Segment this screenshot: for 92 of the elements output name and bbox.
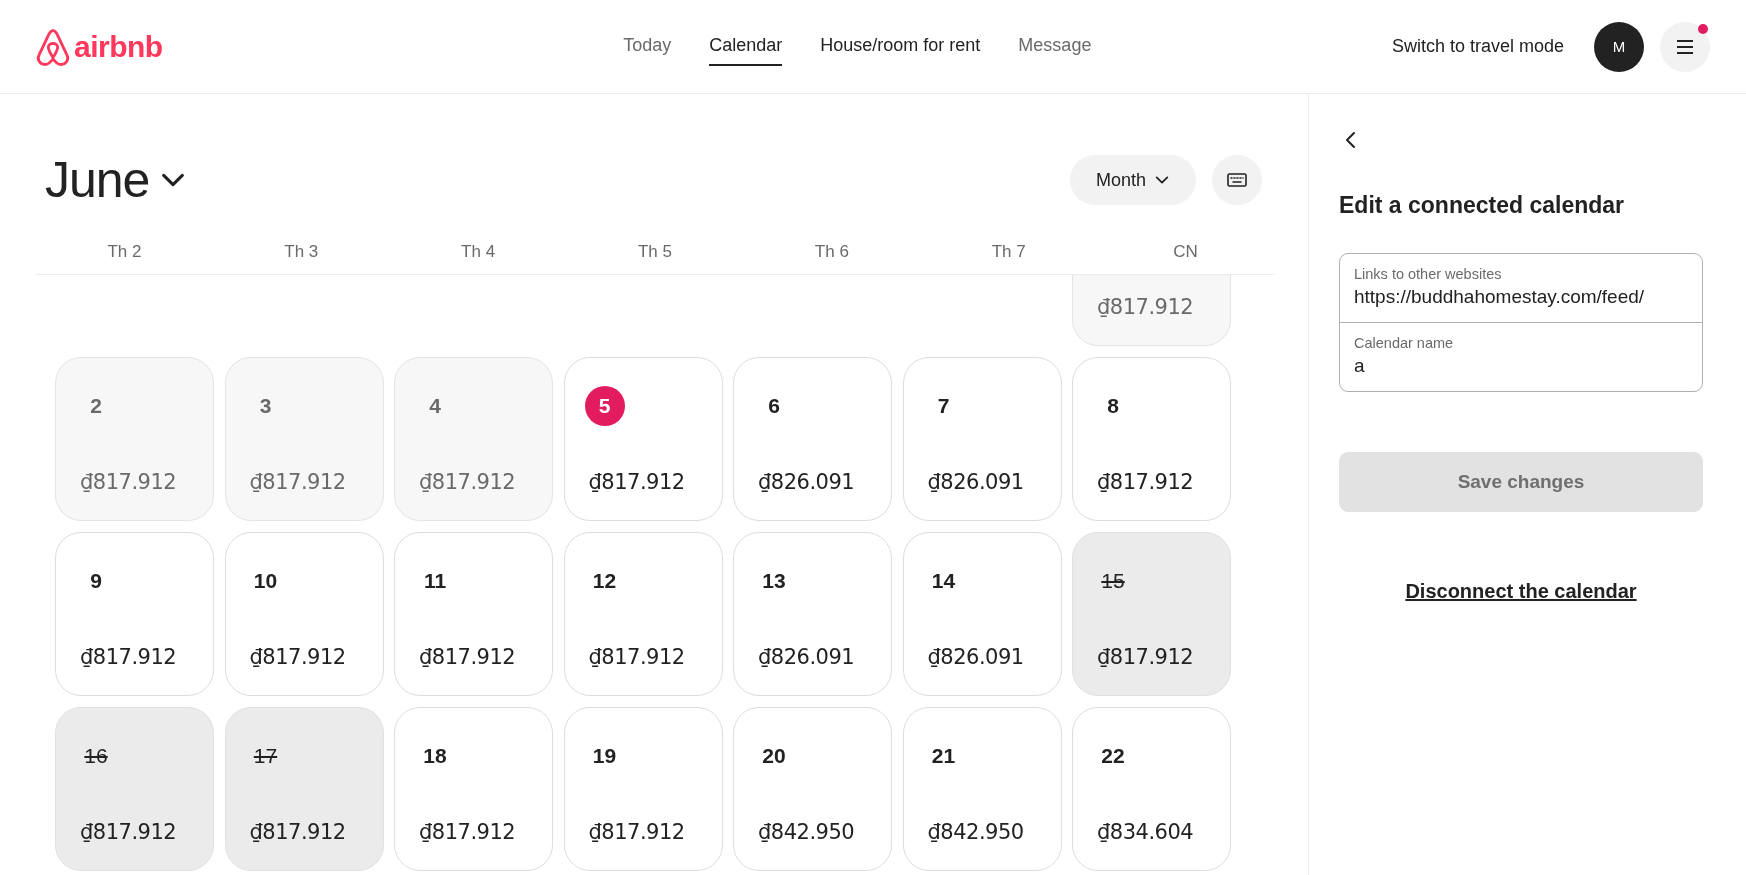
day-cell[interactable]: 3 ₫817.912 xyxy=(224,357,384,521)
day-number: 8 xyxy=(1106,393,1120,419)
price-text: ₫842.950 xyxy=(927,820,1025,844)
price-text: ₫834.604 xyxy=(1097,820,1195,844)
airbnb-logo[interactable]: airbnb xyxy=(34,25,163,68)
price-text: ₫817.912 xyxy=(249,470,347,494)
day-number: 15 xyxy=(1100,568,1126,594)
day-number: 12 xyxy=(591,568,618,594)
day-number: 18 xyxy=(422,743,448,769)
day-cell[interactable]: 19 ₫817.912 xyxy=(563,707,723,871)
day-cell[interactable]: 9 ₫817.912 xyxy=(55,532,214,696)
price-text: ₫826.091 xyxy=(927,470,1025,494)
day-number: 5 xyxy=(584,386,625,426)
day-number: 19 xyxy=(591,743,618,769)
day-cell[interactable]: 8 ₫817.912 xyxy=(1072,357,1231,521)
day-cell[interactable]: 21 ₫842.950 xyxy=(902,707,1062,871)
nav-tab[interactable]: Calendar xyxy=(709,27,783,66)
menu-button[interactable] xyxy=(1660,21,1710,72)
day-cell[interactable]: ₫817.912 xyxy=(1072,275,1231,346)
disconnect-link[interactable]: Disconnect the calendar xyxy=(1405,580,1637,603)
day-cell[interactable]: 22 ₫834.604 xyxy=(1072,707,1231,871)
price-text: ₫817.912 xyxy=(588,645,686,669)
day-number: 14 xyxy=(930,568,957,594)
weekday-label: Th 3 xyxy=(283,242,320,262)
input-field[interactable]: a xyxy=(1354,351,1688,377)
day-number: 10 xyxy=(252,568,279,594)
day-number: 16 xyxy=(83,743,109,769)
price-text: ₫826.091 xyxy=(758,645,856,669)
price-text: ₫817.912 xyxy=(249,645,347,669)
weekday-label: CN xyxy=(1172,242,1199,262)
price-text: ₫817.912 xyxy=(80,820,178,844)
day-cell[interactable]: 16 ₫817.912 xyxy=(55,707,214,871)
day-number: 21 xyxy=(930,743,957,769)
nav-tab[interactable]: Message xyxy=(1018,27,1092,66)
price-text: ₫826.091 xyxy=(927,645,1025,669)
weekday-label: Th 7 xyxy=(990,242,1027,262)
weekday-label: Th 5 xyxy=(636,242,673,262)
month-title-button[interactable]: June xyxy=(36,151,188,209)
day-number: 22 xyxy=(1100,743,1126,769)
nav-tab[interactable]: Today xyxy=(623,27,672,66)
price-text: ₫817.912 xyxy=(419,470,517,494)
price-text: ₫817.912 xyxy=(1097,295,1195,319)
day-number: 4 xyxy=(428,393,442,419)
weekday-label: Th 6 xyxy=(813,242,850,262)
price-text: ₫817.912 xyxy=(80,470,178,494)
chevron-left-icon xyxy=(1345,131,1357,149)
day-number: 13 xyxy=(761,568,787,594)
price-text: ₫817.912 xyxy=(1097,645,1195,669)
day-number: 2 xyxy=(89,393,103,419)
day-cell[interactable]: 2 ₫817.912 xyxy=(55,357,214,521)
day-cell[interactable]: 18 ₫817.912 xyxy=(394,707,553,871)
travel-mode-link[interactable]: Switch to travel mode xyxy=(1391,36,1564,57)
price-text: ₫817.912 xyxy=(419,645,517,669)
price-text: ₫826.091 xyxy=(758,470,856,494)
price-text: ₫817.912 xyxy=(1097,470,1195,494)
day-cell[interactable]: 11 ₫817.912 xyxy=(394,532,553,696)
menu-icon xyxy=(1676,39,1694,54)
price-text: ₫817.912 xyxy=(249,820,347,844)
day-cell[interactable]: 17 ₫817.912 xyxy=(224,707,384,871)
day-number: 6 xyxy=(767,393,781,419)
day-cell[interactable]: 5 ₫817.912 xyxy=(563,357,723,521)
day-cell[interactable]: 10 ₫817.912 xyxy=(224,532,384,696)
view-dropdown[interactable]: Month xyxy=(1069,155,1196,205)
panel-title: Edit a connected calendar xyxy=(1339,192,1626,219)
price-text: ₫817.912 xyxy=(419,820,517,844)
day-cell[interactable]: 4 ₫817.912 xyxy=(394,357,553,521)
weekday-label: Th 2 xyxy=(106,242,143,262)
day-cell[interactable]: 12 ₫817.912 xyxy=(563,532,723,696)
day-number: 20 xyxy=(761,743,787,769)
keyboard-icon xyxy=(1227,172,1247,188)
field-label: Links to other websites xyxy=(1354,266,1503,282)
weekday-label: Th 4 xyxy=(460,242,497,262)
input-field[interactable]: https://buddhahomestay.com/feed/ xyxy=(1354,282,1688,308)
day-cell[interactable]: 14 ₫826.091 xyxy=(902,532,1062,696)
day-cell[interactable]: 13 ₫826.091 xyxy=(733,532,892,696)
day-number: 17 xyxy=(252,743,279,769)
day-number: 3 xyxy=(258,393,273,419)
price-text: ₫842.950 xyxy=(758,820,856,844)
avatar-button[interactable]: M xyxy=(1594,21,1644,72)
price-text: ₫817.912 xyxy=(588,820,686,844)
keyboard-button[interactable] xyxy=(1212,155,1262,205)
nav-tab[interactable]: House/room for rent xyxy=(820,27,981,66)
day-number: 7 xyxy=(936,393,951,419)
day-cell[interactable]: 6 ₫826.091 xyxy=(733,357,892,521)
price-text: ₫817.912 xyxy=(588,470,686,494)
day-cell[interactable]: 7 ₫826.091 xyxy=(902,357,1062,521)
day-number: 11 xyxy=(422,568,448,594)
day-number: 9 xyxy=(89,568,103,594)
field-label: Calendar name xyxy=(1354,335,1455,351)
day-cell[interactable]: 15 ₫817.912 xyxy=(1072,532,1231,696)
day-cell[interactable]: 20 ₫842.950 xyxy=(733,707,892,871)
price-text: ₫817.912 xyxy=(80,645,178,669)
